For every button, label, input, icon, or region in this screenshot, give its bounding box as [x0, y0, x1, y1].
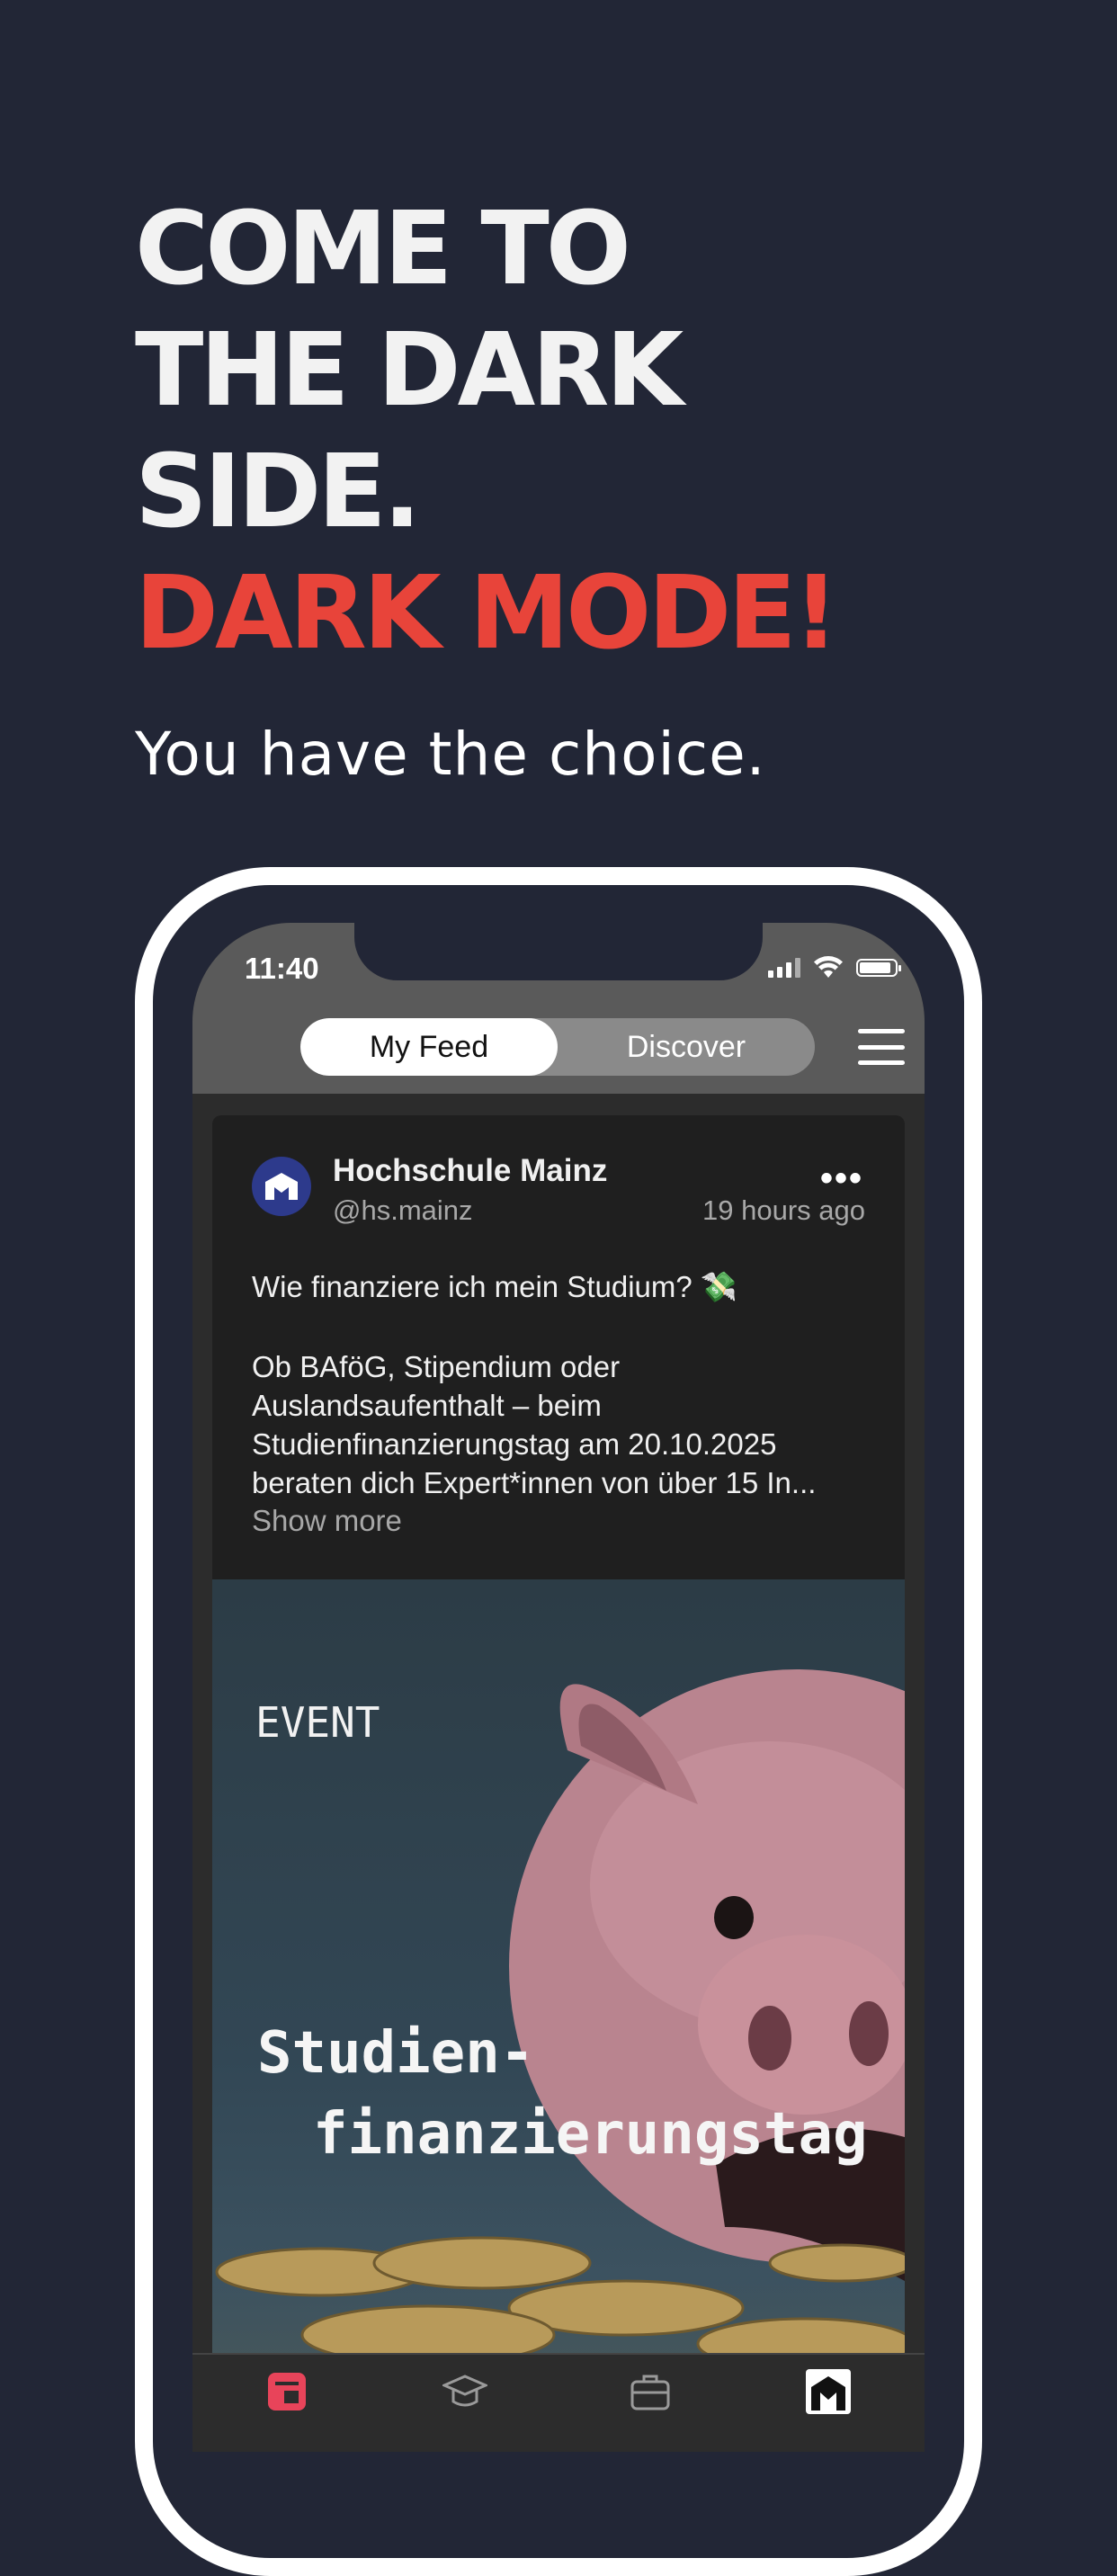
post-time: 19 hours ago	[702, 1194, 865, 1226]
status-time: 11:40	[245, 952, 319, 985]
post-card[interactable]: Hochschule Mainz @hs.mainz ••• 19 hours …	[212, 1115, 905, 2452]
graduation-cap-icon[interactable]	[442, 2369, 487, 2414]
post-image[interactable]: EVENT Studien- finanzierungstag	[212, 1579, 905, 2452]
headline-accent: DARK MODE!	[135, 555, 839, 672]
post-handle: @hs.mainz	[333, 1194, 473, 1226]
bottom-tab-bar	[192, 2353, 925, 2452]
post-author[interactable]: Hochschule Mainz	[333, 1153, 607, 1189]
university-logo-icon	[265, 1173, 298, 1200]
wifi-icon	[814, 956, 843, 978]
battery-icon	[856, 959, 901, 977]
feed-switch: My Feed Discover	[300, 1018, 815, 1076]
headline-line-2: THE DARK	[135, 312, 684, 429]
headline-line-1: COME TO	[135, 191, 631, 308]
promo-subline: You have the choice.	[135, 720, 766, 789]
cellular-signal-icon	[768, 958, 800, 978]
feed-icon[interactable]	[264, 2369, 309, 2414]
post-title: Wie finanziere ich mein Studium? 💸	[252, 1270, 737, 1303]
avatar[interactable]	[252, 1157, 311, 1216]
post-body: Ob BAföG, Stipendium oder Auslandsaufent…	[252, 1350, 817, 1499]
headline-line-3: SIDE.	[135, 434, 421, 550]
event-title-line-2: finanzierungstag	[313, 2101, 868, 2168]
briefcase-icon[interactable]	[628, 2369, 673, 2414]
tab-discover[interactable]: Discover	[558, 1018, 815, 1076]
university-logo-icon[interactable]	[806, 2369, 851, 2414]
promo-headline: COME TO THE DARK SIDE. DARK MODE!	[135, 189, 839, 675]
phone-notch	[354, 923, 763, 980]
hamburger-menu-icon[interactable]	[858, 1029, 905, 1065]
show-more-link[interactable]: Show more	[252, 1504, 402, 1538]
phone-screen: 11:40 My Feed Discover Hochschule Mainz …	[192, 923, 925, 2452]
tab-my-feed[interactable]: My Feed	[300, 1018, 558, 1076]
event-title-line-1: Studien-	[257, 2020, 535, 2087]
top-bar: 11:40 My Feed Discover	[192, 923, 925, 1094]
more-options-icon[interactable]: •••	[820, 1158, 863, 1199]
event-label: EVENT	[255, 1698, 380, 1747]
status-icons	[768, 955, 901, 980]
